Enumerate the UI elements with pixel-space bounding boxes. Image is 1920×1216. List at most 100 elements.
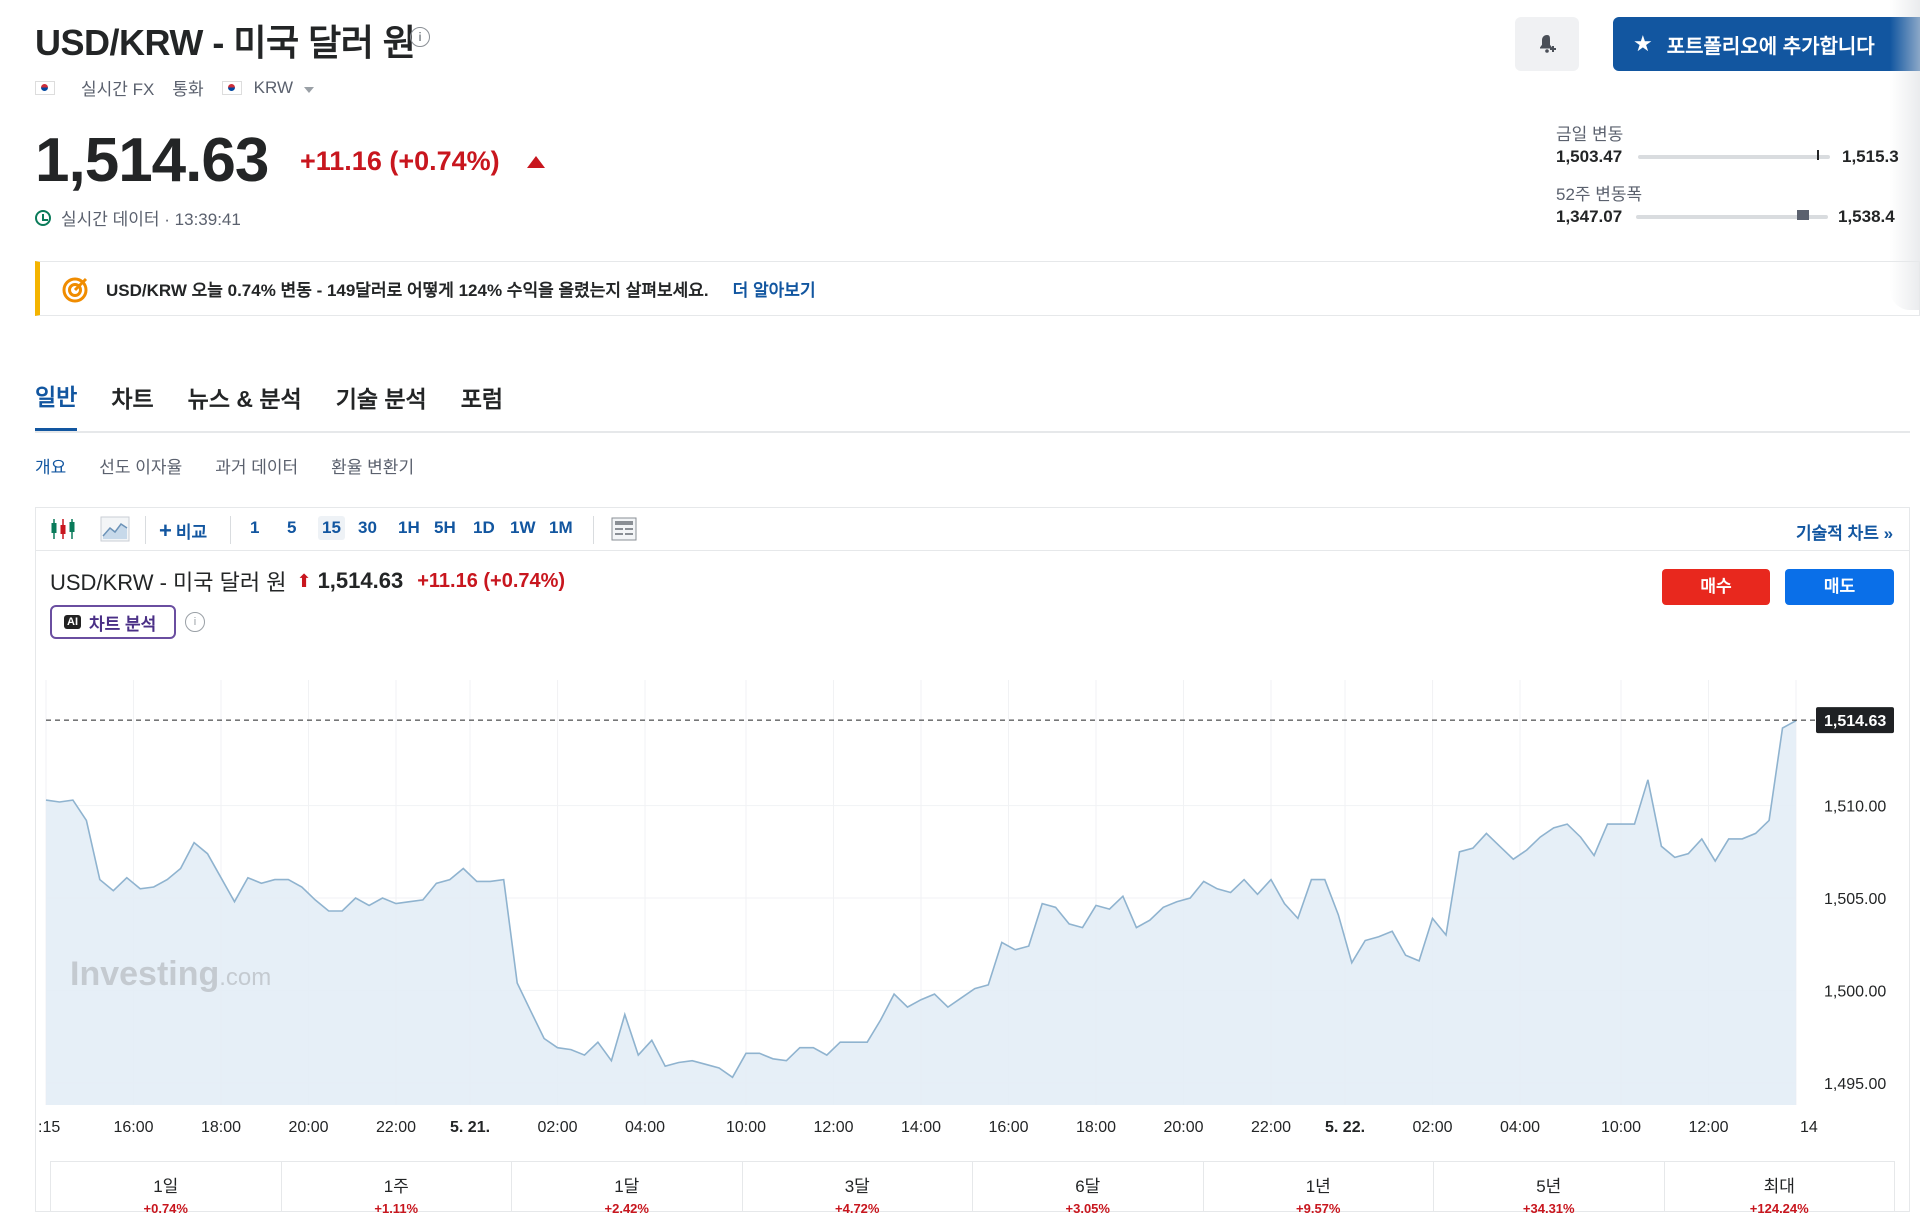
week52-range-label: 52주 변동폭 bbox=[1556, 185, 1643, 204]
perf-cell-1y[interactable]: 1년 +9.57% bbox=[1204, 1162, 1434, 1216]
technical-chart-link[interactable]: 기술적 차트 » bbox=[1796, 519, 1893, 544]
x-tick-label: 12:00 bbox=[813, 1119, 853, 1136]
subtab-currency-converter[interactable]: 환율 변환기 bbox=[331, 453, 414, 478]
buy-button[interactable]: 매수 bbox=[1662, 569, 1770, 605]
perf-label: 최대 bbox=[1763, 1177, 1795, 1196]
subtab-historical-data[interactable]: 과거 데이터 bbox=[215, 453, 298, 478]
y-tick-label: 1,500.00 bbox=[1824, 983, 1886, 1000]
perf-value: +3.05% bbox=[1065, 1201, 1110, 1216]
tab-chart[interactable]: 차트 bbox=[111, 380, 153, 430]
sell-button[interactable]: 매도 bbox=[1785, 569, 1894, 605]
main-tabs: 일반 차트 뉴스 & 분석 기술 분석 포럼 bbox=[35, 378, 537, 432]
area-chart-icon[interactable] bbox=[100, 516, 130, 542]
perf-cell-1m[interactable]: 1달 +2.42% bbox=[512, 1162, 743, 1216]
info-icon[interactable]: i bbox=[410, 27, 430, 47]
timeframe-1d[interactable]: 1D bbox=[473, 518, 495, 538]
y-tick-label: 1,510.00 bbox=[1824, 799, 1886, 816]
arrow-up-icon: ⬆ bbox=[296, 570, 312, 591]
toolbar-divider bbox=[145, 516, 146, 544]
chart-header: USD/KRW - 미국 달러 원 ⬆ 1,514.63 +11.16 (+0.… bbox=[50, 565, 565, 597]
chart-instrument-name: USD/KRW - 미국 달러 원 bbox=[50, 570, 287, 595]
tabs-divider bbox=[35, 431, 1910, 433]
subtab-summary[interactable]: 개요 bbox=[35, 453, 66, 478]
perf-label: 5년 bbox=[1536, 1177, 1562, 1196]
chevron-down-icon bbox=[303, 86, 314, 93]
perf-label: 3달 bbox=[844, 1177, 870, 1196]
timeframe-5h[interactable]: 5H bbox=[434, 518, 456, 538]
learn-more-link[interactable]: 더 알아보기 bbox=[733, 276, 816, 301]
price-chart[interactable]: 1,510.00 1,505.00 1,500.00 1,495.00 :15 16:0… bbox=[36, 650, 1909, 1150]
current-price: 1,514.63 bbox=[35, 126, 269, 195]
currency-select[interactable]: KRW bbox=[254, 78, 314, 98]
subtab-forward-rates[interactable]: 선도 이자율 bbox=[99, 453, 182, 478]
x-tick-label: 5. 22. bbox=[1325, 1119, 1365, 1136]
x-tick-label: 02:00 bbox=[538, 1119, 578, 1136]
perf-cell-max[interactable]: 최대 +124.24% bbox=[1665, 1162, 1895, 1216]
x-tick-label: 04:00 bbox=[1500, 1119, 1540, 1136]
arrow-up-icon bbox=[527, 156, 545, 168]
x-tick-label: 20:00 bbox=[1163, 1119, 1203, 1136]
timeframe-30[interactable]: 30 bbox=[358, 518, 377, 538]
last-price-badge-label: 1,514.63 bbox=[1824, 713, 1886, 730]
x-tick-label: 22:00 bbox=[1251, 1119, 1291, 1136]
add-alert-button[interactable] bbox=[1515, 17, 1579, 71]
korea-flag-icon bbox=[221, 80, 242, 95]
x-tick-label: 10:00 bbox=[1601, 1119, 1641, 1136]
instrument-meta: 실시간 FX 통화 KRW bbox=[35, 75, 314, 100]
candlestick-icon[interactable] bbox=[50, 518, 76, 540]
tab-forum[interactable]: 포럼 bbox=[461, 380, 503, 430]
perf-cell-3m[interactable]: 3달 +4.72% bbox=[743, 1162, 973, 1216]
perf-label: 1일 bbox=[153, 1177, 179, 1196]
bell-plus-icon bbox=[1540, 35, 1556, 53]
week52-range-low: 1,347.07 bbox=[1556, 207, 1623, 226]
y-tick-label: 1,505.00 bbox=[1824, 891, 1886, 908]
timeframe-5[interactable]: 5 bbox=[287, 518, 296, 538]
timeframe-1m[interactable]: 1M bbox=[549, 518, 573, 538]
day-range-marker bbox=[1816, 150, 1819, 160]
tab-overview[interactable]: 일반 bbox=[35, 378, 78, 432]
x-tick-label: 10:00 bbox=[726, 1119, 766, 1136]
toolbar-divider bbox=[230, 516, 231, 544]
tab-news-analysis[interactable]: 뉴스 & 분석 bbox=[188, 380, 302, 430]
compare-button[interactable]: + 비교 bbox=[159, 518, 207, 543]
ai-chart-analysis-button[interactable]: AI 차트 분석 bbox=[50, 605, 176, 639]
sub-tabs: 개요 선도 이자율 과거 데이터 환율 변환기 bbox=[35, 453, 414, 478]
perf-cell-5y[interactable]: 5년 +34.31% bbox=[1434, 1162, 1665, 1216]
add-to-portfolio-button[interactable]: ★ 포트폴리오에 추가합니다 bbox=[1613, 17, 1920, 71]
week52-range-marker bbox=[1797, 210, 1810, 220]
perf-cell-6m[interactable]: 6달 +3.05% bbox=[973, 1162, 1204, 1216]
perf-value: +4.72% bbox=[835, 1201, 880, 1216]
price-change: +11.16 (+0.74%) bbox=[300, 146, 500, 176]
y-tick-label: 1,495.00 bbox=[1824, 1076, 1886, 1093]
x-tick-label: 14:00 bbox=[901, 1119, 941, 1136]
x-tick-label: 12:00 bbox=[1688, 1119, 1728, 1136]
perf-cell-1w[interactable]: 1주 +1.11% bbox=[282, 1162, 512, 1216]
timeframe-1w[interactable]: 1W bbox=[510, 518, 536, 538]
x-axis: :15 16:00 18:00 20:00 22:00 5. 21. 02:00 04:00 1… bbox=[38, 1119, 1818, 1136]
perf-label: 1주 bbox=[383, 1177, 409, 1196]
perf-value: +2.42% bbox=[604, 1201, 649, 1216]
x-tick-label: 04:00 bbox=[625, 1119, 665, 1136]
page-title: USD/KRW - 미국 달러 원 bbox=[35, 22, 416, 63]
realtime-text: 실시간 데이터 · 13:39:41 bbox=[61, 210, 241, 229]
perf-value: +9.57% bbox=[1296, 1201, 1341, 1216]
add-to-portfolio-label: 포트폴리오에 추가합니다 bbox=[1666, 35, 1875, 58]
x-tick-label: 02:00 bbox=[1413, 1119, 1453, 1136]
meta-currency-label: 통화 bbox=[172, 80, 204, 99]
layout-icon[interactable] bbox=[611, 517, 637, 541]
korea-flag-icon bbox=[35, 80, 55, 95]
perf-label: 6달 bbox=[1075, 1177, 1101, 1196]
timeframe-1h[interactable]: 1H bbox=[398, 518, 420, 538]
last-price-badge: 1,514.63 bbox=[1816, 707, 1894, 734]
week52-range-high: 1,538.4 bbox=[1838, 207, 1895, 226]
x-tick-label: 16:00 bbox=[988, 1119, 1028, 1136]
day-range-low: 1,503.47 bbox=[1556, 147, 1623, 166]
perf-cell-1d[interactable]: 1일 +0.74% bbox=[51, 1162, 282, 1216]
chart-toolbar: + 비교 1 5 15 30 1H 5H 1D 1W 1M bbox=[36, 508, 1909, 551]
timeframe-15[interactable]: 15 bbox=[318, 516, 345, 540]
performance-table: 1일 +0.74% 1주 +1.11% 1달 +2.42% 3달 +4.72% … bbox=[50, 1161, 1895, 1216]
x-tick-label: :15 bbox=[38, 1119, 60, 1136]
info-icon[interactable]: i bbox=[185, 612, 205, 632]
tab-technical-analysis[interactable]: 기술 분석 bbox=[336, 380, 427, 430]
timeframe-1[interactable]: 1 bbox=[250, 518, 259, 538]
